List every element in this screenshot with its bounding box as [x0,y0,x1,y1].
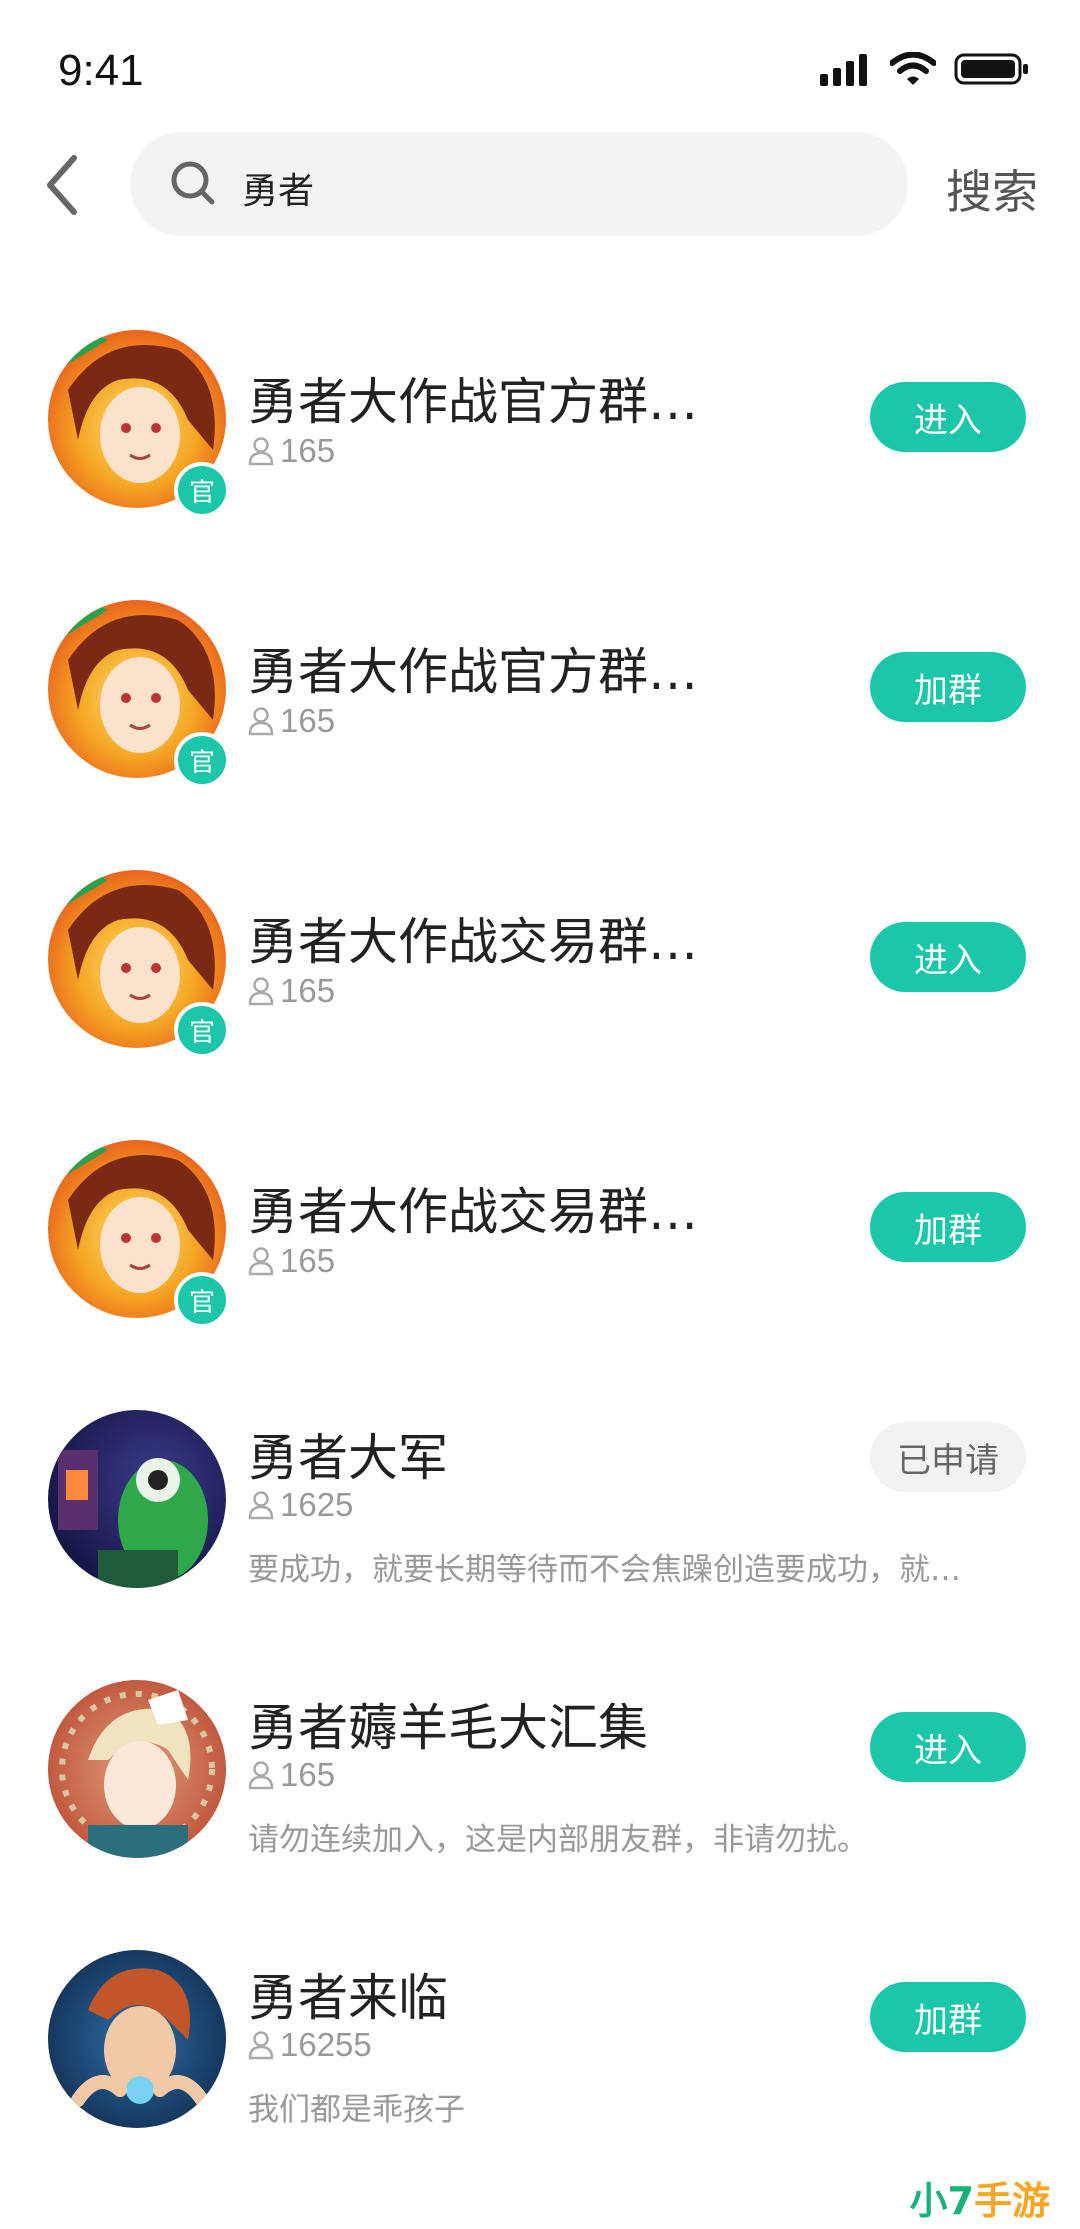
person-icon [248,1491,274,1520]
enter-button[interactable]: 进入 [870,382,1026,452]
member-count: 165 [248,1756,335,1794]
member-count-value: 165 [280,432,336,469]
member-count-value: 1625 [280,1486,354,1523]
join-button[interactable]: 加群 [870,1982,1026,2052]
member-count: 165 [248,1242,335,1280]
person-icon [248,707,274,736]
enter-button[interactable]: 进入 [870,1712,1026,1782]
member-count: 165 [248,972,335,1010]
group-avatar [48,1680,226,1858]
watermark-part1: 小7 [909,2179,974,2223]
official-badge: 官 [174,732,230,788]
person-icon [248,2031,274,2060]
search-query-text: 勇者 [242,171,315,212]
member-count-value: 165 [280,702,336,739]
official-badge: 官 [174,1002,230,1058]
wifi-icon [890,52,936,85]
status-bar: 9:41 [0,0,1080,130]
status-time: 9:41 [58,46,144,95]
watermark: 小7手游 [910,2170,1050,2225]
group-name: 勇者大作战交易群… [248,913,698,971]
group-description: 请勿连续加入，这是内部朋友群，非请勿扰。 [248,1822,868,1858]
member-count: 165 [248,432,335,470]
search-input[interactable]: 勇者 [130,132,908,236]
join-button[interactable]: 加群 [870,652,1026,722]
person-icon [248,977,274,1006]
group-name: 勇者大作战官方群… [248,643,698,701]
group-description: 我们都是乖孩子 [248,2092,465,2128]
join-button[interactable]: 加群 [870,1192,1026,1262]
group-name: 勇者来临 [248,1969,448,2027]
search-button[interactable]: 搜索 [946,156,1038,222]
member-count-value: 165 [280,1756,336,1793]
official-badge: 官 [174,1272,230,1328]
member-count-value: 165 [280,972,336,1009]
group-name: 勇者大军 [248,1429,448,1487]
list-item[interactable]: 官 勇者大作战交易群… 165 进入 [0,840,1080,1080]
search-icon [171,161,215,205]
list-item[interactable]: 勇者薅羊毛大汇集 165 请勿连续加入，这是内部朋友群，非请勿扰。 进入 [0,1650,1080,1910]
list-item[interactable]: 官 勇者大作战官方群… 165 进入 [0,300,1080,540]
watermark-part2: 手游 [973,2179,1050,2223]
member-count-value: 165 [280,1242,336,1279]
search-header: 勇者 搜索 [0,130,1080,240]
group-name: 勇者薅羊毛大汇集 [248,1699,648,1757]
member-count-value: 16255 [280,2026,372,2063]
member-count: 1625 [248,1486,353,1524]
person-icon [248,1247,274,1276]
member-count: 16255 [248,2026,372,2064]
official-badge: 官 [174,462,230,518]
person-icon [248,1761,274,1790]
list-item[interactable]: 官 勇者大作战官方群… 165 加群 [0,570,1080,810]
battery-icon [954,53,1028,85]
group-avatar [48,1410,226,1588]
enter-button[interactable]: 进入 [870,922,1026,992]
signal-icon [820,54,867,86]
group-name: 勇者大作战官方群… [248,373,698,431]
list-item[interactable]: 勇者来临 16255 我们都是乖孩子 加群 [0,1920,1080,2180]
list-item[interactable]: 官 勇者大作战交易群… 165 加群 [0,1110,1080,1350]
group-description: 要成功，就要长期等待而不会焦躁创造要成功，就… [248,1552,961,1588]
back-arrow-icon[interactable] [42,152,82,218]
status-icons [820,52,1030,86]
person-icon [248,437,274,466]
group-name: 勇者大作战交易群… [248,1183,698,1241]
applied-status-button[interactable]: 已申请 [870,1422,1026,1492]
group-avatar [48,1950,226,2128]
list-item[interactable]: 勇者大军 1625 要成功，就要长期等待而不会焦躁创造要成功，就… 已申请 [0,1380,1080,1640]
member-count: 165 [248,702,335,740]
